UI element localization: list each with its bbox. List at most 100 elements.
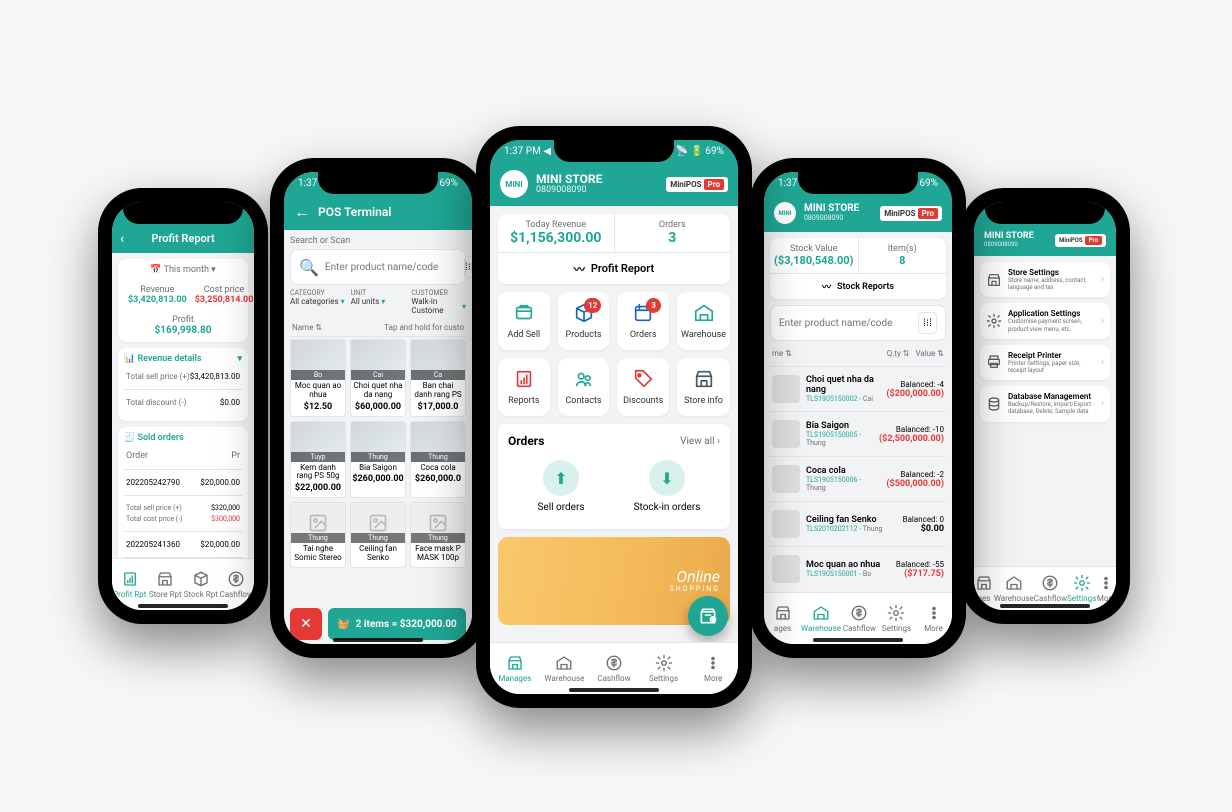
stock-row[interactable]: Moc quan ao nhuaTLS1905150001 - BoBalanc… xyxy=(770,547,946,591)
product-cell[interactable]: TuypKem danh rang PS 50g$22,000.00 xyxy=(290,421,346,499)
product-cell[interactable]: ThungCoca cola$260,000.0 xyxy=(410,421,466,499)
nav-ges[interactable]: ges xyxy=(974,567,994,610)
upload-icon: ⬆ xyxy=(543,460,579,496)
product-thumb xyxy=(772,555,800,583)
stock-row[interactable]: Ceiling fan SenkoTLS2010202112 - ThungBa… xyxy=(770,502,946,547)
nav-more[interactable]: More xyxy=(688,643,738,694)
settings-item-application-settings[interactable]: Application SettingsCustomise payment sc… xyxy=(980,303,1110,338)
badge: 12 xyxy=(584,298,601,313)
bottom-nav: Profit RptStore RptStock RptCashflow xyxy=(112,558,254,610)
search-input[interactable]: ⁞⁝⁞ xyxy=(770,305,946,341)
appbar-pos: ← POS Terminal xyxy=(284,194,472,230)
nav-cashflow[interactable]: Cashflow xyxy=(589,643,639,694)
download-icon: ⬇ xyxy=(649,460,685,496)
stock-row[interactable]: Bia SaigonTLS1905150005 - ThungBalanced:… xyxy=(770,412,946,457)
quick-sell-fab[interactable] xyxy=(688,596,728,636)
settings-item-store-settings[interactable]: Store SettingsStore name, address, conta… xyxy=(980,262,1110,297)
bottom-nav: ManagesWarehouseCashflowSettingsMore xyxy=(490,642,738,694)
store-icon xyxy=(774,604,792,622)
filter-category[interactable]: All categories ▾ xyxy=(290,297,345,306)
tile-add-sell[interactable]: Add Sell xyxy=(498,292,550,350)
order-type-stock-in-orders[interactable]: ⬇Stock-in orders xyxy=(614,454,720,519)
tile-discounts[interactable]: Discounts xyxy=(617,358,669,416)
nav-more[interactable]: More xyxy=(1096,567,1116,610)
phone-dashboard: 1:37 PM ◀📶 📡 🔋 69% MINI MINI STORE 08090… xyxy=(476,126,752,708)
minipos-pro-badge: MiniPOSPro xyxy=(1055,234,1106,247)
orders-section-header: Orders xyxy=(508,434,544,448)
store-icon xyxy=(506,654,524,672)
filter-customer[interactable]: Walk-in Custome ▾ xyxy=(411,297,466,315)
product-cell[interactable]: CaBan chai danh rang PS$17,000.0 xyxy=(410,339,466,417)
orders-label: Orders xyxy=(619,220,727,230)
product-cell[interactable]: ThungCeiling fan Senko xyxy=(350,502,406,568)
print-icon xyxy=(986,354,1002,370)
store-name: MINI STORE xyxy=(536,173,602,185)
order-id[interactable]: 202205242790 xyxy=(126,478,180,487)
nav-warehouse[interactable]: Warehouse xyxy=(801,593,841,644)
store-avatar[interactable]: MINI xyxy=(774,202,796,224)
barcode-scan-button[interactable]: ⁞⁝⁞ xyxy=(464,256,472,278)
gear-icon xyxy=(655,654,673,672)
store-avatar[interactable]: MINI xyxy=(500,170,528,198)
pulse-icon: 〰 xyxy=(574,261,585,277)
stock-row[interactable]: Choi quet nha da nangTLS1905150002 - Cai… xyxy=(770,367,946,412)
product-cell[interactable]: ThungTai nghe Somic Stereo xyxy=(290,502,346,568)
period-picker[interactable]: 📅 This month ▾ xyxy=(124,265,242,275)
barcode-scan-button[interactable]: ⁞⁝⁞ xyxy=(918,312,937,334)
back-icon[interactable]: ‹ xyxy=(120,231,124,247)
page-title: POS Terminal xyxy=(318,205,391,219)
nav-more[interactable]: More xyxy=(915,593,952,644)
product-cell[interactable]: ThungFace mask P MASK 100p xyxy=(410,502,466,568)
nav-manages[interactable]: Manages xyxy=(490,643,540,694)
revenue-details-header[interactable]: 📊 Revenue details ▾ xyxy=(124,354,242,364)
search-input[interactable]: 🔍 ⁞⁝⁞ xyxy=(290,249,466,285)
view-all-link[interactable]: View all › xyxy=(680,436,720,447)
stock-reports-button[interactable]: 〰Stock Reports xyxy=(770,273,946,299)
profit-report-button[interactable]: 〰 Profit Report xyxy=(498,252,730,284)
nav-ages[interactable]: ages xyxy=(764,593,801,644)
filter-unit[interactable]: All units ▾ xyxy=(351,297,406,306)
tile-contacts[interactable]: Contacts xyxy=(558,358,610,416)
nav-store-rpt[interactable]: Store Rpt xyxy=(148,559,184,610)
nav-cashflow[interactable]: Cashflow xyxy=(219,559,255,610)
product-thumb xyxy=(772,420,800,448)
cart-summary-button[interactable]: 🧺 2 items = $320,000.00 xyxy=(328,608,466,640)
settings-item-receipt-printer[interactable]: Receipt PrinterPrinter Settings, paper s… xyxy=(980,345,1110,380)
back-icon[interactable]: ← xyxy=(294,202,310,222)
dots-icon xyxy=(925,604,943,622)
nav-settings[interactable]: Settings xyxy=(639,643,689,694)
product-cell[interactable]: CaiChoi quet nha da nang$60,000.00 xyxy=(350,339,406,417)
orders-value: 3 xyxy=(619,230,727,246)
clear-cart-button[interactable]: ✕ xyxy=(290,608,322,640)
chevron-right-icon: › xyxy=(1101,274,1104,285)
pulse-icon: 〰 xyxy=(822,280,831,293)
settings-item-database-management[interactable]: Database ManagementBackup/Restore, Impor… xyxy=(980,386,1110,421)
order-type-sell-orders[interactable]: ⬆Sell orders xyxy=(508,454,614,519)
product-thumb xyxy=(772,375,800,403)
tile-products[interactable]: Products12 xyxy=(558,292,610,350)
wh-icon xyxy=(812,604,830,622)
nav-cashflow[interactable]: Cashflow xyxy=(841,593,878,644)
tile-warehouse[interactable]: Warehouse xyxy=(677,292,730,350)
dollar-icon xyxy=(227,570,245,588)
search-field[interactable] xyxy=(779,318,912,329)
nav-profit-rpt[interactable]: Profit Rpt xyxy=(112,559,148,610)
nav-stock-rpt[interactable]: Stock Rpt xyxy=(183,559,219,610)
order-id[interactable]: 202205241360 xyxy=(126,540,180,549)
search-field[interactable] xyxy=(325,262,458,273)
tile-orders[interactable]: Orders3 xyxy=(617,292,669,350)
stock-row[interactable]: Coca colaTLS1905150006 - ThungBalanced: … xyxy=(770,457,946,502)
nav-settings[interactable]: Settings xyxy=(878,593,915,644)
stock-items: 8 xyxy=(863,254,943,267)
report-icon xyxy=(513,368,535,390)
badge: 3 xyxy=(646,298,661,313)
store-phone: 0809008090 xyxy=(536,185,602,195)
wh-icon xyxy=(1005,574,1023,592)
tile-reports[interactable]: Reports xyxy=(498,358,550,416)
product-cell[interactable]: ThungBia Saigon$260,000.00 xyxy=(350,421,406,499)
product-cell[interactable]: BoMoc quan ao nhua$12.50 xyxy=(290,339,346,417)
appbar-dashboard: MINI MINI STORE 0809008090 MiniPOSPro xyxy=(490,162,738,206)
nav-warehouse[interactable]: Warehouse xyxy=(540,643,590,694)
appbar-warehouse: MINI MINI STORE 0809008090 MiniPOSPro xyxy=(764,194,952,232)
tile-store-info[interactable]: Store info xyxy=(677,358,730,416)
